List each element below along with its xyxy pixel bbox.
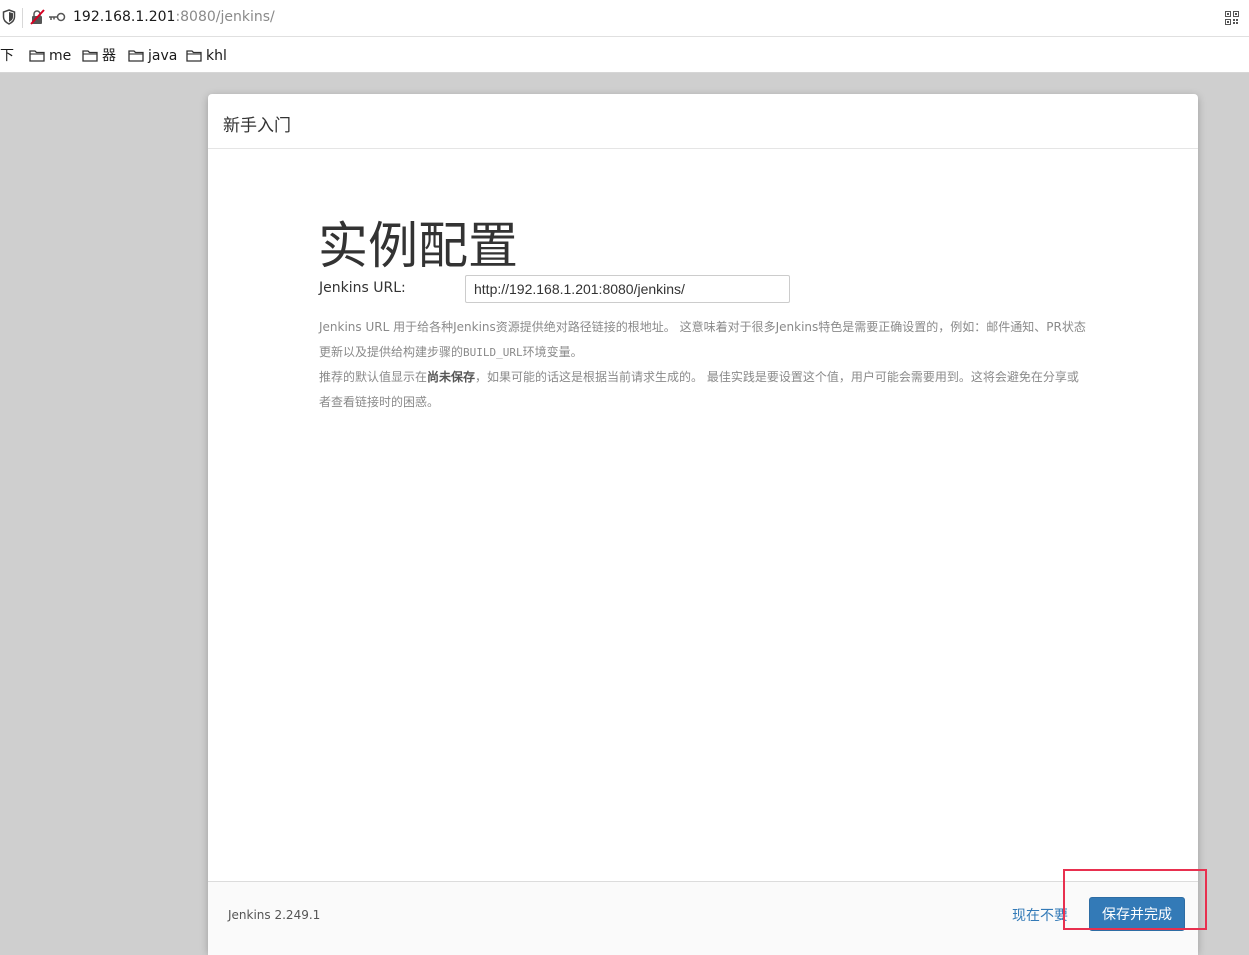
dialog-footer: Jenkins 2.249.1 现在不要 保存并完成 — [208, 881, 1198, 955]
skip-link[interactable]: 现在不要 — [1012, 905, 1068, 925]
folder-icon — [82, 50, 98, 62]
bookmark-label: 器 — [102, 48, 116, 64]
url-host: 192.168.1.201 — [73, 9, 176, 25]
url-path: :8080/jenkins/ — [175, 9, 275, 25]
bookmark-folder-java[interactable]: java — [128, 47, 177, 65]
help-text: 环境变量。 — [522, 345, 583, 359]
dialog-header-title: 新手入门 — [223, 116, 291, 136]
shield-icon[interactable] — [2, 9, 16, 25]
help-code: BUILD_URL — [463, 346, 523, 359]
key-icon[interactable] — [48, 11, 66, 23]
jenkins-url-input[interactable] — [465, 275, 790, 303]
bookmarks-toolbar: 下 me 器 java khl — [0, 37, 1249, 73]
help-paragraph-2: 推荐的默认值显示在尚未保存，如果可能的话这是根据当前请求生成的。 最佳实践是要设… — [319, 365, 1089, 415]
url-help-text: Jenkins URL 用于给各种Jenkins资源提供绝对路径链接的根地址。 … — [319, 315, 1089, 415]
address-field[interactable]: 192.168.1.201:8080/jenkins/ — [73, 9, 275, 25]
dialog-header: 新手入门 — [208, 94, 1198, 149]
url-bar-divider — [22, 8, 23, 28]
bookmark-label: me — [49, 48, 72, 64]
setup-wizard-dialog: 新手入门 实例配置 Jenkins URL: Jenkins URL 用于给各种… — [208, 94, 1198, 955]
help-text: 推荐的默认值显示在 — [319, 370, 428, 384]
jenkins-version: Jenkins 2.249.1 — [228, 908, 321, 922]
help-paragraph-1: Jenkins URL 用于给各种Jenkins资源提供绝对路径链接的根地址。 … — [319, 315, 1089, 365]
bookmark-item[interactable]: 下 — [0, 47, 14, 65]
help-text: Jenkins URL 用于给各种Jenkins资源提供绝对路径链接的根地址。 … — [319, 320, 1086, 359]
bookmark-label: java — [148, 48, 178, 64]
qr-code-icon[interactable] — [1225, 11, 1239, 25]
help-bold-text: 尚未保存 — [427, 370, 476, 384]
jenkins-url-label: Jenkins URL: — [319, 280, 406, 296]
browser-url-bar[interactable]: 192.168.1.201:8080/jenkins/ — [0, 0, 1249, 37]
save-and-finish-button[interactable]: 保存并完成 — [1089, 897, 1185, 931]
folder-icon — [186, 50, 202, 62]
bookmark-folder-me[interactable]: me — [29, 47, 71, 65]
bookmark-label: khl — [206, 48, 227, 64]
insecure-connection-icon[interactable] — [29, 9, 45, 25]
folder-icon — [128, 50, 144, 62]
bookmark-label: 下 — [0, 48, 14, 64]
page-title: 实例配置 — [318, 217, 518, 275]
bookmark-folder-khl[interactable]: khl — [186, 47, 227, 65]
folder-icon — [29, 50, 45, 62]
bookmark-folder-qi[interactable]: 器 — [82, 47, 116, 65]
